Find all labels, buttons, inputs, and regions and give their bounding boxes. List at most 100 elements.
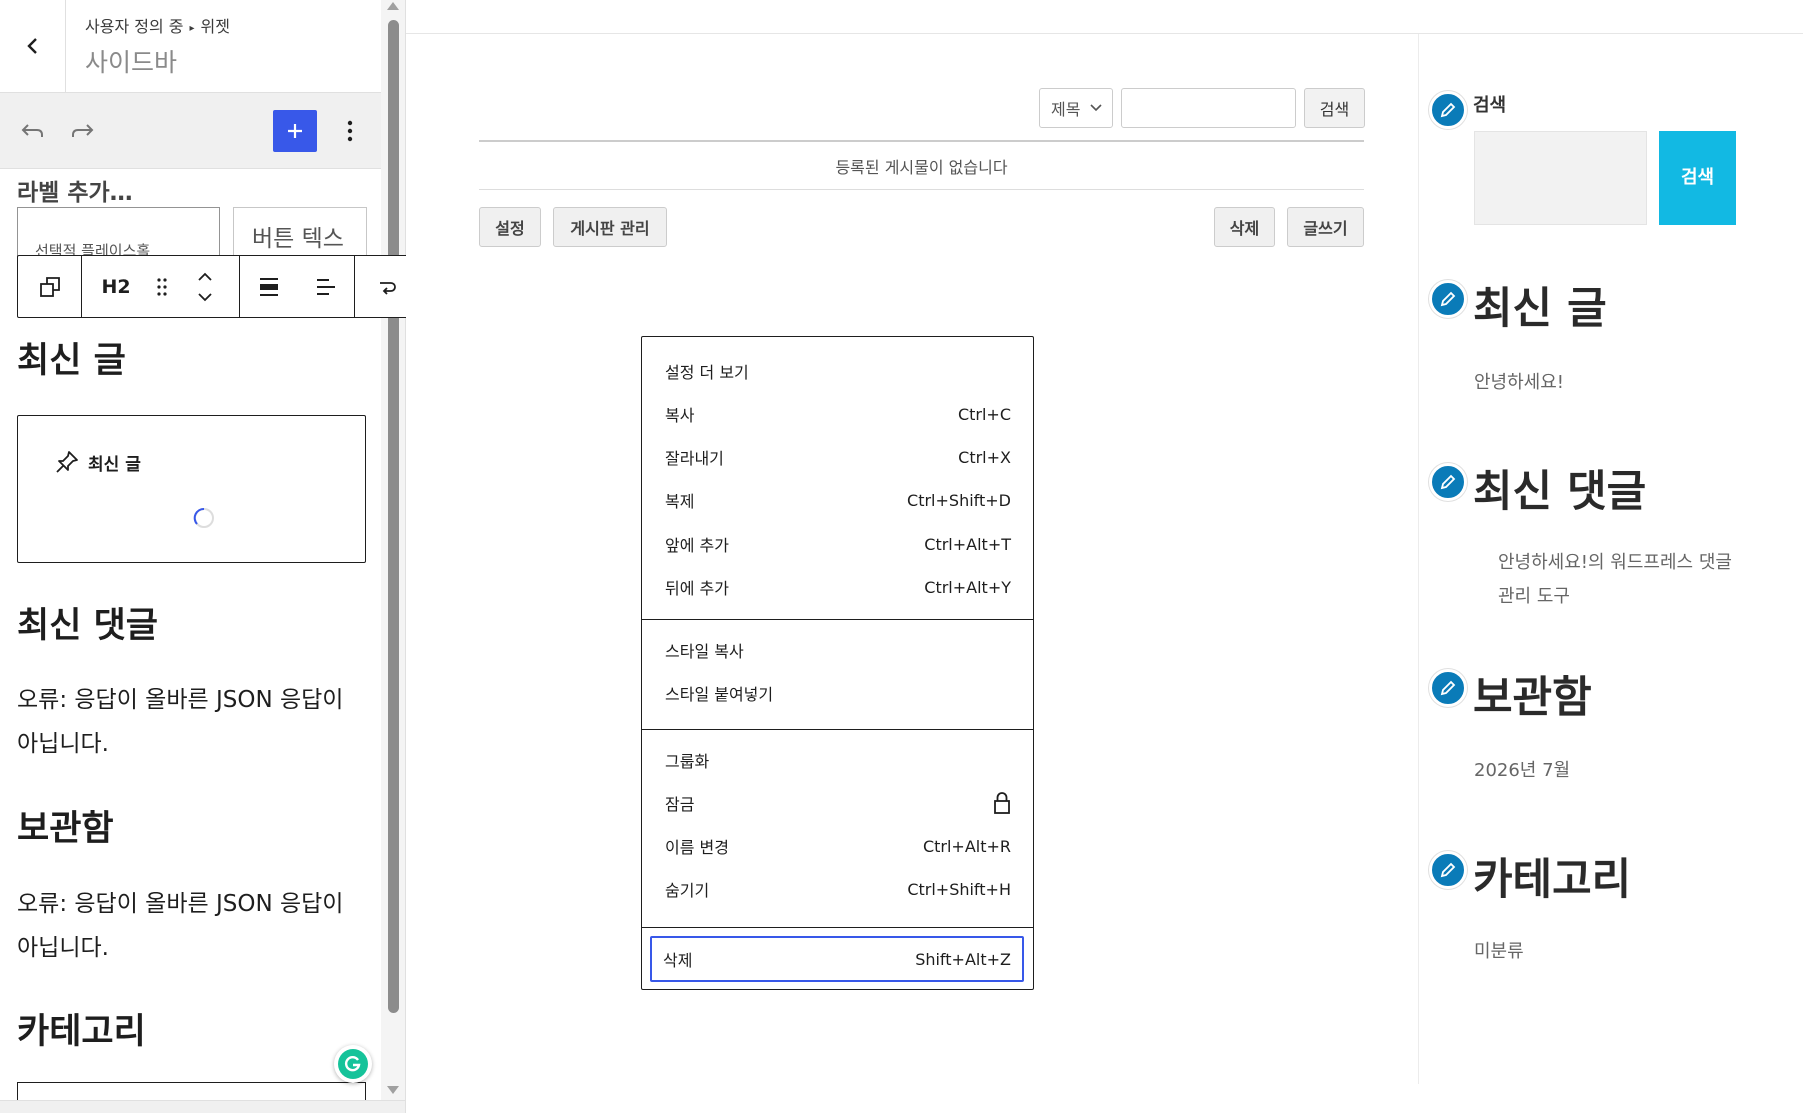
widget-archive-title: 보관함 (1473, 673, 1592, 723)
menu-item-label: 숨기기 (665, 881, 710, 900)
divider (479, 189, 1364, 190)
search-field-select[interactable]: 제목 (1039, 88, 1113, 128)
chevron-up-icon[interactable] (197, 272, 213, 282)
board-write-button[interactable]: 글쓰기 (1287, 207, 1364, 247)
widget-category-link[interactable]: 미분류 (1474, 937, 1524, 963)
pencil-icon (1440, 291, 1456, 307)
placeholder-label-text: 최신 글 (88, 454, 141, 475)
menu-item-insert-after[interactable]: 뒤에 추가 Ctrl+Alt+Y (654, 566, 1022, 608)
menu-item-cut[interactable]: 잘라내기 Ctrl+X (654, 436, 1022, 478)
menu-item-copy-styles[interactable]: 스타일 복사 (654, 629, 1022, 671)
menu-item-insert-before[interactable]: 앞에 추가 Ctrl+Alt+T (654, 523, 1022, 565)
pencil-icon (1440, 862, 1456, 878)
menu-item-paste-styles[interactable]: 스타일 붙여넣기 (654, 672, 1022, 714)
select-parent-button[interactable] (18, 256, 81, 317)
menu-item-label: 잘라내기 (665, 449, 724, 468)
redo-icon (72, 124, 94, 137)
breadcrumb: 사용자 정의 중 ▸ 위젯 (85, 13, 230, 37)
menu-item-duplicate[interactable]: 복제 Ctrl+Shift+D (654, 479, 1022, 521)
add-block-button[interactable] (273, 110, 317, 152)
drag-handle-icon (157, 277, 167, 296)
heading-category[interactable]: 카테고리 (17, 1003, 146, 1054)
breadcrumb-part: 사용자 정의 중 (85, 17, 184, 36)
heading-archive[interactable]: 보관함 (17, 800, 114, 851)
block-align-button[interactable] (240, 256, 297, 317)
edit-widget-button[interactable] (1429, 669, 1467, 707)
edit-widget-button[interactable] (1429, 91, 1467, 129)
menu-section: 스타일 복사 스타일 붙여넣기 (642, 619, 1033, 727)
text-align-button[interactable] (297, 256, 354, 317)
scroll-down-arrow-icon[interactable] (387, 1086, 399, 1094)
search-button-text-2: 색 (1697, 167, 1715, 188)
category-block[interactable] (17, 1082, 366, 1100)
copy-blocks-icon (39, 276, 60, 297)
board-manage-button[interactable]: 게시판 관리 (553, 207, 667, 247)
widget-search-title: 검색 (1473, 95, 1507, 116)
panel-title: 사이드바 (85, 48, 178, 77)
sidebar-horizontal-scrollbar[interactable] (0, 1100, 405, 1113)
empty-posts-message: 등록된 게시물이 없습니다 (835, 158, 1008, 177)
scroll-up-arrow-icon[interactable] (387, 2, 399, 10)
block-options-menu: 설정 더 보기 복사 Ctrl+C 잘라내기 Ctrl+X 복제 Ctrl+Shift… (641, 336, 1034, 990)
divider (479, 140, 1364, 142)
lock-icon (994, 792, 1010, 814)
menu-item-shortcut: Ctrl+Alt+R (922, 836, 1011, 856)
menu-item-lock[interactable]: 잠금 (654, 782, 1022, 824)
toolbar-group-align (240, 256, 355, 317)
options-button[interactable] (334, 115, 366, 147)
chevron-down-icon[interactable] (197, 292, 213, 302)
board-search-button[interactable]: 검색 (1304, 88, 1365, 128)
menu-item-label: 잠금 (665, 795, 695, 814)
menu-item-label: 그룹화 (665, 752, 710, 771)
widget-category-title: 카테고리 (1473, 855, 1632, 905)
align-left-icon (316, 278, 335, 295)
widget-search-input[interactable] (1474, 131, 1647, 225)
board-search-bar: 제목 검색 (1039, 88, 1365, 128)
edit-widget-button[interactable] (1429, 851, 1467, 889)
select-value: 제목 (1051, 100, 1081, 119)
menu-item-delete[interactable]: 삭제 Shift+Alt+Z (650, 936, 1024, 982)
board-delete-button[interactable]: 삭제 (1214, 207, 1275, 247)
menu-item-rename[interactable]: 이름 변경 Ctrl+Alt+R (654, 825, 1022, 867)
menu-item-copy[interactable]: 복사 Ctrl+C (654, 393, 1022, 435)
edit-widget-button[interactable] (1429, 280, 1467, 318)
undo-button[interactable] (17, 115, 49, 147)
widget-search-button[interactable]: 검 색 (1659, 131, 1736, 225)
menu-item-hide[interactable]: 숨기기 Ctrl+Shift+H (654, 868, 1022, 910)
heading-latest-posts[interactable]: 최신 글 (17, 332, 126, 383)
widget-archive-link[interactable]: 2026년 7월 (1474, 756, 1570, 782)
latest-posts-block[interactable]: 최신 글 (17, 415, 366, 563)
drag-handle[interactable] (144, 256, 180, 317)
editor-toolbar (0, 93, 381, 169)
sidebar-header: 사용자 정의 중 ▸ 위젯 사이드바 (0, 0, 381, 93)
menu-section: 설정 더 보기 복사 Ctrl+C 잘라내기 Ctrl+X 복제 Ctrl+Shift… (642, 337, 1033, 617)
widget-latest-posts-title: 최신 글 (1473, 284, 1607, 334)
pencil-icon (1440, 102, 1456, 118)
menu-item-group[interactable]: 그룹화 (654, 739, 1022, 781)
sidebar-scrollbar[interactable] (381, 0, 405, 1113)
menu-item-label: 설정 더 보기 (665, 363, 749, 382)
menu-item-label: 이름 변경 (665, 838, 729, 857)
toolbar-group-parent (18, 256, 82, 317)
scrollbar-thumb[interactable] (388, 20, 399, 1013)
menu-item-shortcut: Ctrl+Shift+H (907, 879, 1011, 899)
back-button[interactable] (0, 0, 66, 92)
redo-button[interactable] (66, 115, 98, 147)
edit-widget-button[interactable] (1429, 463, 1467, 501)
heading-level-button[interactable]: H2 (88, 256, 144, 317)
canvas-top-bar (406, 0, 1803, 34)
grammarly-button[interactable] (334, 1045, 372, 1083)
link-loop-icon (379, 281, 396, 295)
heading-latest-comments[interactable]: 최신 댓글 (17, 597, 158, 648)
widget-latest-post-link[interactable]: 안녕하세요! (1474, 368, 1564, 394)
chevron-down-icon (1090, 104, 1103, 112)
widget-latest-comments-title: 최신 댓글 (1473, 467, 1647, 517)
widget-latest-comment-link[interactable]: 안녕하세요!의 워드프레스 댓글 관리 도구 (1498, 546, 1738, 614)
menu-item-show-more-settings[interactable]: 설정 더 보기 (654, 350, 1022, 392)
customizer-sidebar: 사용자 정의 중 ▸ 위젯 사이드바 라벨 추가… 선택적 플레이스홀 버튼 텍스 … (0, 0, 406, 1113)
search-label-field[interactable]: 라벨 추가… (17, 173, 133, 207)
latest-comments-error: 오류: 응답이 올바른 JSON 응답이 아닙니다. (17, 687, 344, 757)
board-settings-button[interactable]: 설정 (479, 207, 541, 247)
board-search-input[interactable] (1121, 88, 1296, 128)
undo-icon (21, 124, 43, 137)
